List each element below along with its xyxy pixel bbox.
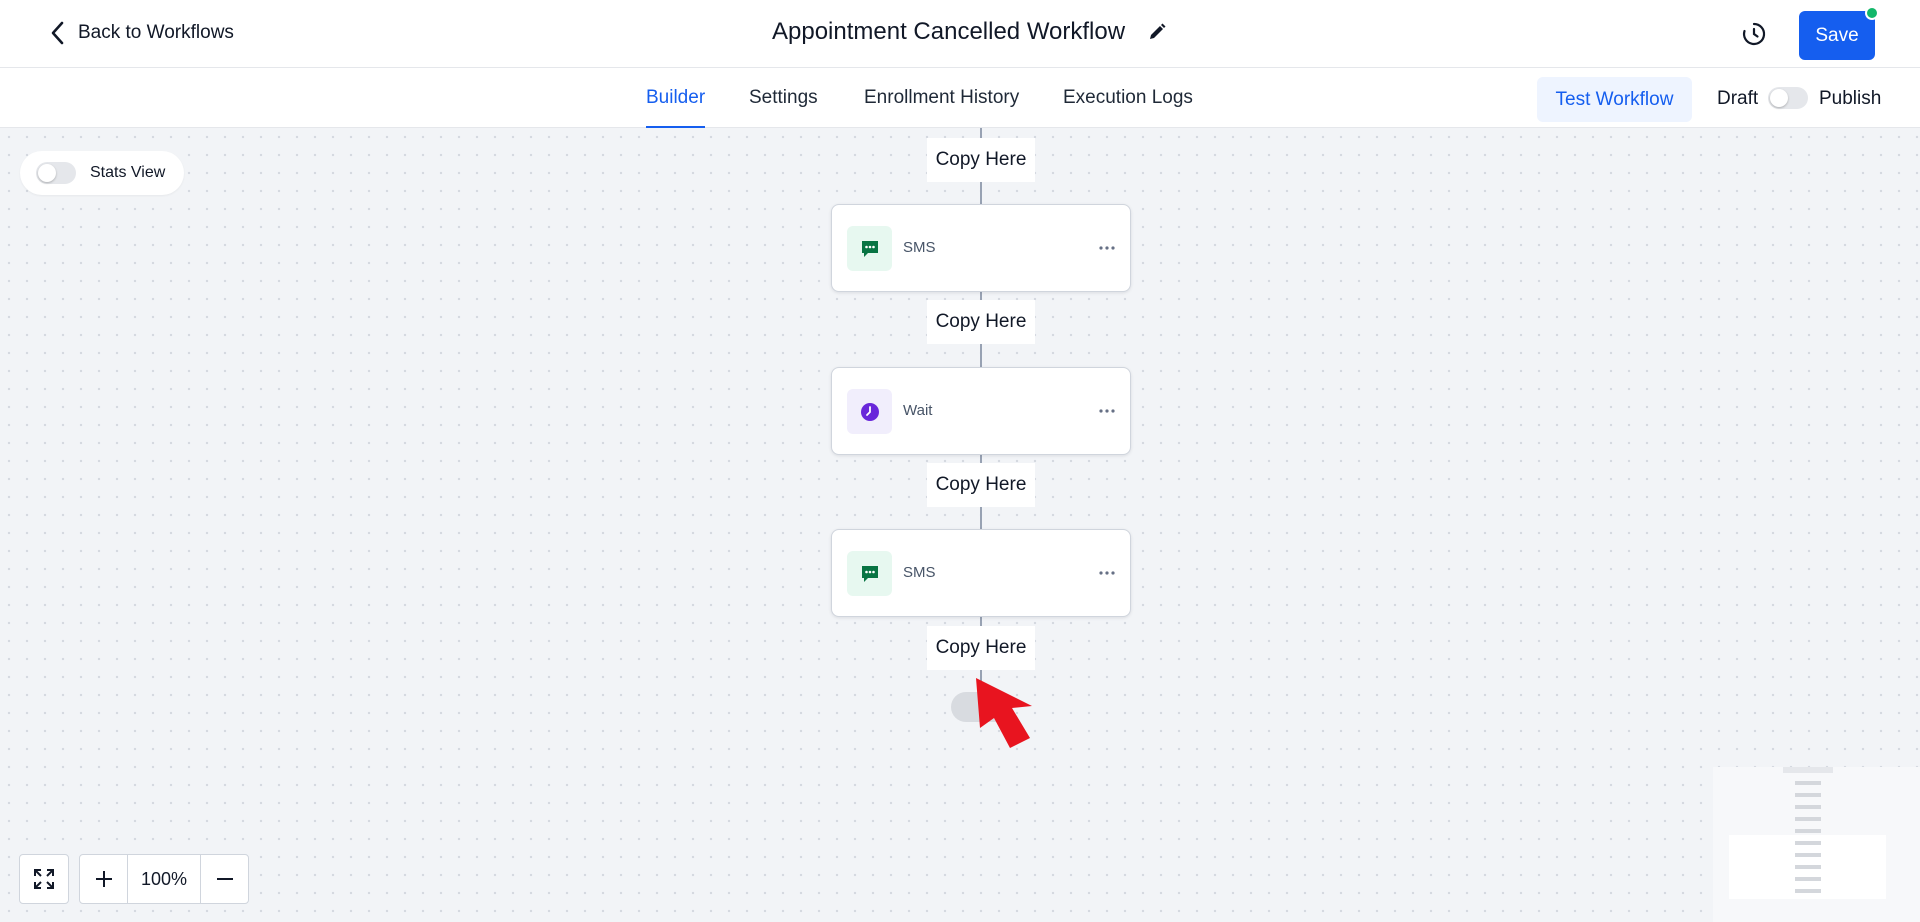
minimap-node [1795,817,1821,821]
stats-view-toggle[interactable] [36,162,76,184]
minimap-node [1795,841,1821,845]
more-options-icon[interactable] [1096,237,1118,259]
draft-label: Draft [1717,88,1759,109]
chat-icon [847,226,892,271]
minimap-node [1783,767,1833,773]
status-dot [1865,6,1879,20]
tab-bar: Builder Settings Enrollment History Exec… [0,68,1920,128]
workflow-node-sms[interactable]: SMS [831,529,1131,617]
minimap-node [1795,781,1821,785]
history-icon[interactable] [1740,20,1768,48]
chevron-left-icon [51,21,64,45]
zoom-level: 100% [127,855,201,903]
workflow-title: Appointment Cancelled Workflow [772,18,1126,45]
minimap[interactable] [1713,767,1920,922]
workflow-node-wait[interactable]: Wait [831,367,1131,455]
node-label: Wait [903,402,933,419]
minus-icon [216,878,233,880]
copy-here-slot[interactable]: Copy Here [927,463,1035,507]
minimap-node [1795,865,1821,869]
fit-view-button[interactable] [19,854,69,904]
chat-icon [847,551,892,596]
pencil-icon[interactable] [1147,22,1167,42]
publish-label: Publish [1819,88,1882,109]
minimap-node [1795,889,1821,893]
zoom-in-button[interactable] [80,855,127,903]
save-button[interactable]: Save [1799,11,1875,60]
test-workflow-button[interactable]: Test Workflow [1537,77,1692,122]
tab-builder[interactable]: Builder [646,68,706,128]
expand-icon [34,869,54,889]
top-bar: Back to Workflows Appointment Cancelled … [0,0,1920,68]
zoom-controls: 100% [79,854,249,904]
node-label: SMS [903,564,936,581]
more-options-icon[interactable] [1096,400,1118,422]
copy-here-slot[interactable]: Copy Here [927,138,1035,182]
minimap-node [1795,877,1821,881]
zoom-out-button[interactable] [201,855,248,903]
minimap-node [1795,829,1821,833]
node-label: SMS [903,239,936,256]
more-options-icon[interactable] [1096,562,1118,584]
back-label: Back to Workflows [78,22,234,43]
clock-icon [847,389,892,434]
workflow-node-sms[interactable]: SMS [831,204,1131,292]
minimap-node [1795,793,1821,797]
tab-settings[interactable]: Settings [749,68,818,128]
red-arrow-icon [976,678,1032,748]
plus-icon [95,871,112,887]
tab-execution-logs[interactable]: Execution Logs [1063,68,1193,128]
publish-toggle[interactable] [1768,87,1808,109]
stats-view-control[interactable]: Stats View [20,151,184,195]
back-to-workflows-link[interactable]: Back to Workflows [48,20,234,46]
minimap-node [1795,805,1821,809]
copy-here-slot[interactable]: Copy Here [927,626,1035,670]
workflow-title-group: Appointment Cancelled Workflow [772,18,1167,46]
copy-here-slot[interactable]: Copy Here [927,300,1035,344]
minimap-node [1795,853,1821,857]
stats-view-label: Stats View [90,164,166,181]
tab-enrollment-history[interactable]: Enrollment History [864,68,1019,128]
